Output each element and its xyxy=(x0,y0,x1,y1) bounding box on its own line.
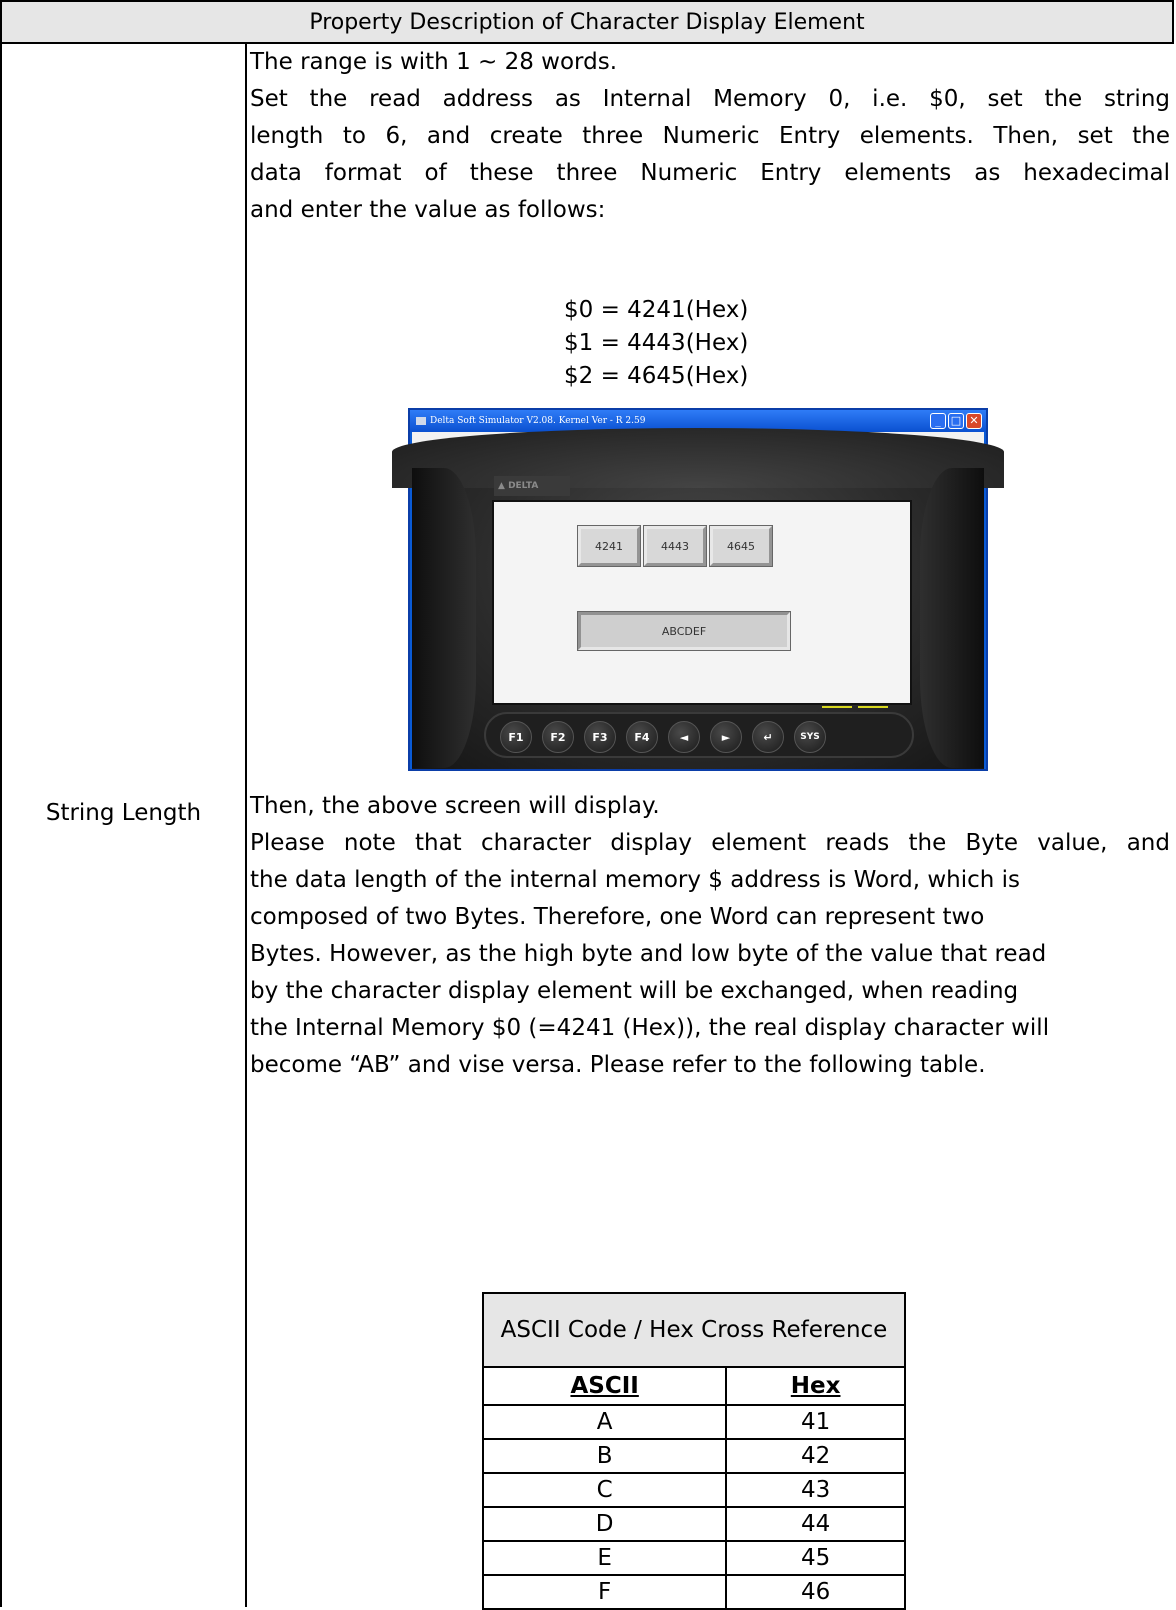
numeric-entry[interactable]: 4443 xyxy=(643,525,707,567)
key-enter[interactable]: ↵ xyxy=(752,721,784,753)
note-line: by the character display element will be… xyxy=(250,978,1019,1004)
device-wing-right xyxy=(920,468,984,768)
table-row: A 41 xyxy=(481,1404,906,1440)
key-sys[interactable]: SYS xyxy=(794,721,826,753)
key-left[interactable]: ◄ xyxy=(668,721,700,753)
table-row: D 44 xyxy=(481,1506,906,1542)
setup-paragraph: Set the read address as Internal Memory … xyxy=(250,81,1170,229)
property-table: Property Description of Character Displa… xyxy=(0,0,1176,1610)
ascii-column-header: ASCII xyxy=(481,1366,728,1406)
device-wing-left xyxy=(412,468,476,768)
note-line: become “AB” and vise versa. Please refer… xyxy=(250,1052,986,1078)
setup-line: data format of these three Numeric Entry… xyxy=(250,160,1170,186)
table-header: Property Description of Character Displa… xyxy=(0,0,1174,44)
key-f4[interactable]: F4 xyxy=(626,721,658,753)
device-bezel xyxy=(392,428,1004,488)
close-icon[interactable]: ✕ xyxy=(966,413,982,429)
hmi-screen: 4241 4443 4645 ABCDEF xyxy=(492,500,912,705)
ascii-cell: D xyxy=(481,1506,728,1542)
window-icon xyxy=(416,417,426,425)
hex-cell: 44 xyxy=(725,1506,906,1542)
setup-line: and enter the value as follows: xyxy=(250,197,606,223)
character-display: ABCDEF xyxy=(577,611,791,651)
key-f1[interactable]: F1 xyxy=(500,721,532,753)
ascii-cell: C xyxy=(481,1472,728,1508)
simulator-window: Delta Soft Simulator V2.08. Kernel Ver -… xyxy=(392,408,1004,771)
hex-cell: 42 xyxy=(725,1438,906,1474)
equation: $1 = 4443(Hex) xyxy=(564,330,749,356)
note-line: the Internal Memory $0 (=4241 (Hex)), th… xyxy=(250,1015,1050,1041)
table-row: B 42 xyxy=(481,1438,906,1474)
range-text: The range is with 1 ~ 28 words. xyxy=(250,49,618,75)
hmi-device: ▲ DELTA 4241 4443 4645 ABCDEF F1 F2 F3 F… xyxy=(392,428,1004,769)
ascii-cell: A xyxy=(481,1404,728,1440)
key-f2[interactable]: F2 xyxy=(542,721,574,753)
table-row: E 45 xyxy=(481,1540,906,1576)
hex-cell: 43 xyxy=(725,1472,906,1508)
equation: $0 = 4241(Hex) xyxy=(564,297,749,323)
hex-column-header: Hex xyxy=(725,1366,906,1406)
ascii-hex-table: ASCII Code / Hex Cross Reference ASCII H… xyxy=(481,1292,906,1610)
setup-line: length to 6, and create three Numeric En… xyxy=(250,123,1170,149)
ascii-cell: B xyxy=(481,1438,728,1474)
hex-cell: 41 xyxy=(725,1404,906,1440)
explanation-cell: Then, the above screen will display. Ple… xyxy=(250,788,1170,1084)
delta-logo: ▲ DELTA xyxy=(494,476,570,496)
table-border-middle xyxy=(245,44,247,1607)
maximize-icon[interactable]: □ xyxy=(948,413,964,429)
simulator-title: Delta Soft Simulator V2.08. Kernel Ver -… xyxy=(430,416,646,426)
key-f3[interactable]: F3 xyxy=(584,721,616,753)
setup-line: Set the read address as Internal Memory … xyxy=(250,86,1170,112)
equation: $2 = 4645(Hex) xyxy=(564,363,749,389)
table-row: F 46 xyxy=(481,1574,906,1610)
status-led xyxy=(858,706,888,708)
note-line: composed of two Bytes. Therefore, one Wo… xyxy=(250,904,985,930)
ascii-cell: F xyxy=(481,1574,728,1610)
hex-cell: 45 xyxy=(725,1540,906,1576)
numeric-entry[interactable]: 4645 xyxy=(709,525,773,567)
note-line: Bytes. However, as the high byte and low… xyxy=(250,941,1047,967)
key-right[interactable]: ► xyxy=(710,721,742,753)
ascii-table-caption: ASCII Code / Hex Cross Reference xyxy=(482,1292,906,1368)
hex-cell: 46 xyxy=(725,1574,906,1610)
note-line: the data length of the internal memory $… xyxy=(250,867,1021,893)
ascii-cell: E xyxy=(481,1540,728,1576)
table-row: C 43 xyxy=(481,1472,906,1508)
minimize-icon[interactable]: _ xyxy=(930,413,946,429)
function-key-strip: F1 F2 F3 F4 ◄ ► ↵ SYS xyxy=(484,712,914,758)
status-led xyxy=(822,706,852,708)
table-header-title: Property Description of Character Displa… xyxy=(309,9,865,35)
row-label: String Length xyxy=(45,800,202,826)
window-controls: _ □ ✕ xyxy=(930,413,982,429)
numeric-entry[interactable]: 4241 xyxy=(577,525,641,567)
result-text: Then, the above screen will display. xyxy=(250,793,660,819)
note-line: Please note that character display eleme… xyxy=(250,830,1170,856)
